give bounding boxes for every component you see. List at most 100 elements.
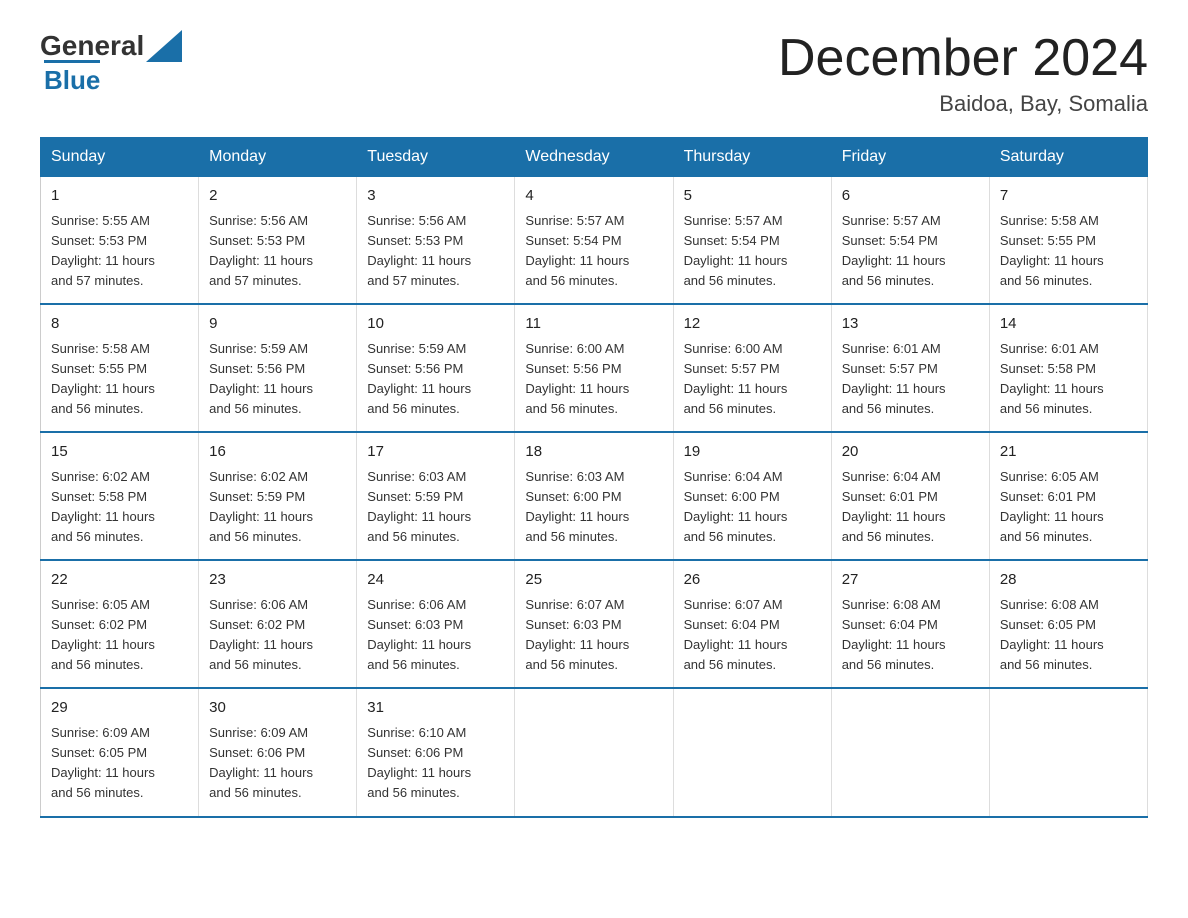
day-info: Sunrise: 5:59 AMSunset: 5:56 PMDaylight:… <box>367 339 504 420</box>
day-number: 3 <box>367 185 504 208</box>
day-info: Sunrise: 5:57 AMSunset: 5:54 PMDaylight:… <box>525 211 662 292</box>
day-info: Sunrise: 6:01 AMSunset: 5:57 PMDaylight:… <box>842 339 979 420</box>
day-info: Sunrise: 6:01 AMSunset: 5:58 PMDaylight:… <box>1000 339 1137 420</box>
day-cell: 11Sunrise: 6:00 AMSunset: 5:56 PMDayligh… <box>515 304 673 432</box>
day-cell: 1Sunrise: 5:55 AMSunset: 5:53 PMDaylight… <box>41 177 199 305</box>
week-row-1: 1Sunrise: 5:55 AMSunset: 5:53 PMDaylight… <box>41 177 1148 305</box>
day-number: 19 <box>684 441 821 464</box>
day-cell: 2 Sunrise: 5:56 AMSunset: 5:53 PMDaylight… <box>199 177 357 305</box>
day-number: 16 <box>209 441 346 464</box>
day-number: 10 <box>367 313 504 336</box>
day-cell <box>673 688 831 816</box>
day-number: 17 <box>367 441 504 464</box>
day-cell: 29 Sunrise: 6:09 AMSunset: 6:05 PMDayligh… <box>41 688 199 816</box>
day-number: 30 <box>209 697 346 720</box>
day-info: Sunrise: 5:55 AMSunset: 5:53 PMDaylight:… <box>51 211 188 292</box>
day-cell: 25 Sunrise: 6:07 AMSunset: 6:03 PMDayligh… <box>515 560 673 688</box>
day-cell: 31 Sunrise: 6:10 AMSunset: 6:06 PMDayligh… <box>357 688 515 816</box>
day-info: Sunrise: 6:07 AMSunset: 6:03 PMDaylight:… <box>525 595 662 676</box>
day-info: Sunrise: 6:10 AMSunset: 6:06 PMDaylight:… <box>367 723 504 804</box>
day-info: Sunrise: 6:05 AMSunset: 6:01 PMDaylight:… <box>1000 467 1137 548</box>
day-cell: 27Sunrise: 6:08 AMSunset: 6:04 PMDayligh… <box>831 560 989 688</box>
logo-general-text: General <box>40 30 144 62</box>
day-number: 23 <box>209 569 346 592</box>
day-cell: 24 Sunrise: 6:06 AMSunset: 6:03 PMDayligh… <box>357 560 515 688</box>
day-cell: 28Sunrise: 6:08 AMSunset: 6:05 PMDayligh… <box>989 560 1147 688</box>
main-title: December 2024 <box>778 30 1148 87</box>
day-cell: 9Sunrise: 5:59 AMSunset: 5:56 PMDaylight… <box>199 304 357 432</box>
day-cell: 10 Sunrise: 5:59 AMSunset: 5:56 PMDayligh… <box>357 304 515 432</box>
day-info: Sunrise: 5:56 AMSunset: 5:53 PMDaylight:… <box>367 211 504 292</box>
week-row-5: 29 Sunrise: 6:09 AMSunset: 6:05 PMDayligh… <box>41 688 1148 816</box>
day-info: Sunrise: 6:09 AMSunset: 6:05 PMDaylight:… <box>51 723 188 804</box>
day-info: Sunrise: 5:57 AMSunset: 5:54 PMDaylight:… <box>684 211 821 292</box>
calendar-table: SundayMondayTuesdayWednesdayThursdayFrid… <box>40 137 1148 817</box>
week-row-3: 15Sunrise: 6:02 AMSunset: 5:58 PMDayligh… <box>41 432 1148 560</box>
day-number: 20 <box>842 441 979 464</box>
day-info: Sunrise: 6:08 AMSunset: 6:05 PMDaylight:… <box>1000 595 1137 676</box>
day-cell: 20 Sunrise: 6:04 AMSunset: 6:01 PMDayligh… <box>831 432 989 560</box>
day-info: Sunrise: 6:02 AMSunset: 5:59 PMDaylight:… <box>209 467 346 548</box>
day-number: 7 <box>1000 185 1137 208</box>
day-cell: 16 Sunrise: 6:02 AMSunset: 5:59 PMDayligh… <box>199 432 357 560</box>
day-info: Sunrise: 6:00 AMSunset: 5:57 PMDaylight:… <box>684 339 821 420</box>
day-info: Sunrise: 5:58 AMSunset: 5:55 PMDaylight:… <box>51 339 188 420</box>
day-number: 12 <box>684 313 821 336</box>
day-cell: 30 Sunrise: 6:09 AMSunset: 6:06 PMDayligh… <box>199 688 357 816</box>
day-info: Sunrise: 6:03 AMSunset: 6:00 PMDaylight:… <box>525 467 662 548</box>
day-cell: 15Sunrise: 6:02 AMSunset: 5:58 PMDayligh… <box>41 432 199 560</box>
day-info: Sunrise: 6:04 AMSunset: 6:01 PMDaylight:… <box>842 467 979 548</box>
day-info: Sunrise: 6:04 AMSunset: 6:00 PMDaylight:… <box>684 467 821 548</box>
header-thursday: Thursday <box>673 138 831 177</box>
day-number: 21 <box>1000 441 1137 464</box>
day-info: Sunrise: 6:06 AMSunset: 6:02 PMDaylight:… <box>209 595 346 676</box>
day-number: 2 <box>209 185 346 208</box>
day-cell: 21 Sunrise: 6:05 AMSunset: 6:01 PMDayligh… <box>989 432 1147 560</box>
logo-blue-text: Blue <box>44 60 100 96</box>
week-row-2: 8 Sunrise: 5:58 AMSunset: 5:55 PMDaylight… <box>41 304 1148 432</box>
day-info: Sunrise: 5:57 AMSunset: 5:54 PMDaylight:… <box>842 211 979 292</box>
day-cell <box>515 688 673 816</box>
day-info: Sunrise: 6:05 AMSunset: 6:02 PMDaylight:… <box>51 595 188 676</box>
day-number: 22 <box>51 569 188 592</box>
day-number: 29 <box>51 697 188 720</box>
day-cell: 17 Sunrise: 6:03 AMSunset: 5:59 PMDayligh… <box>357 432 515 560</box>
day-number: 24 <box>367 569 504 592</box>
day-info: Sunrise: 5:56 AMSunset: 5:53 PMDaylight:… <box>209 211 346 292</box>
day-number: 14 <box>1000 313 1137 336</box>
day-cell: 12 Sunrise: 6:00 AMSunset: 5:57 PMDayligh… <box>673 304 831 432</box>
day-number: 15 <box>51 441 188 464</box>
day-info: Sunrise: 6:08 AMSunset: 6:04 PMDaylight:… <box>842 595 979 676</box>
calendar-header-row: SundayMondayTuesdayWednesdayThursdayFrid… <box>41 138 1148 177</box>
day-number: 6 <box>842 185 979 208</box>
logo: General Blue <box>40 30 182 96</box>
subtitle: Baidoa, Bay, Somalia <box>778 91 1148 117</box>
day-cell: 6 Sunrise: 5:57 AMSunset: 5:54 PMDaylight… <box>831 177 989 305</box>
header-friday: Friday <box>831 138 989 177</box>
day-cell: 18 Sunrise: 6:03 AMSunset: 6:00 PMDayligh… <box>515 432 673 560</box>
day-number: 25 <box>525 569 662 592</box>
day-number: 13 <box>842 313 979 336</box>
day-number: 26 <box>684 569 821 592</box>
day-number: 8 <box>51 313 188 336</box>
day-cell: 19 Sunrise: 6:04 AMSunset: 6:00 PMDayligh… <box>673 432 831 560</box>
day-cell: 13 Sunrise: 6:01 AMSunset: 5:57 PMDayligh… <box>831 304 989 432</box>
header-saturday: Saturday <box>989 138 1147 177</box>
day-number: 5 <box>684 185 821 208</box>
day-info: Sunrise: 5:58 AMSunset: 5:55 PMDaylight:… <box>1000 211 1137 292</box>
day-cell <box>831 688 989 816</box>
day-info: Sunrise: 6:03 AMSunset: 5:59 PMDaylight:… <box>367 467 504 548</box>
header-sunday: Sunday <box>41 138 199 177</box>
day-number: 31 <box>367 697 504 720</box>
day-number: 9 <box>209 313 346 336</box>
header-monday: Monday <box>199 138 357 177</box>
day-cell: 4 Sunrise: 5:57 AMSunset: 5:54 PMDaylight… <box>515 177 673 305</box>
day-cell: 5 Sunrise: 5:57 AMSunset: 5:54 PMDaylight… <box>673 177 831 305</box>
day-info: Sunrise: 6:09 AMSunset: 6:06 PMDaylight:… <box>209 723 346 804</box>
page-header: General Blue December 2024 Baidoa, Bay, … <box>40 30 1148 117</box>
day-info: Sunrise: 6:06 AMSunset: 6:03 PMDaylight:… <box>367 595 504 676</box>
day-number: 4 <box>525 185 662 208</box>
title-block: December 2024 Baidoa, Bay, Somalia <box>778 30 1148 117</box>
day-number: 18 <box>525 441 662 464</box>
day-cell: 7 Sunrise: 5:58 AMSunset: 5:55 PMDaylight… <box>989 177 1147 305</box>
